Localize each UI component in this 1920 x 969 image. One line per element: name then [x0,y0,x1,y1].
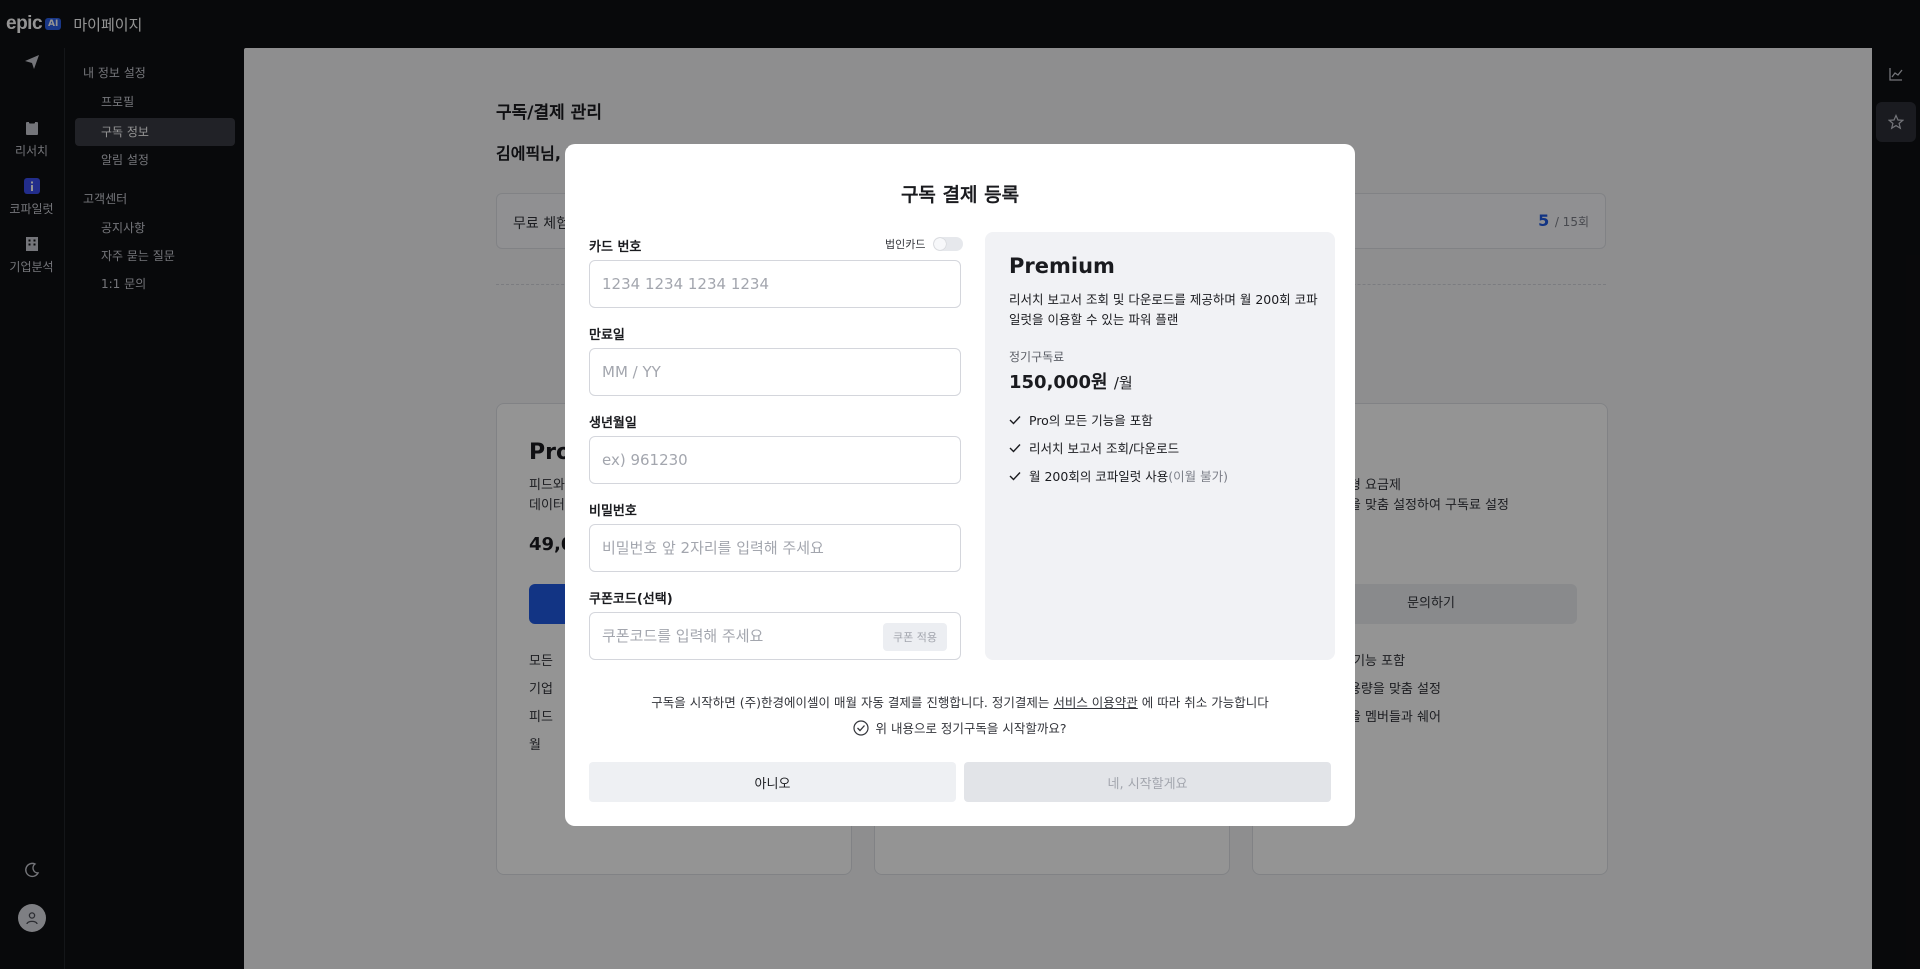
toggle-switch[interactable] [933,237,964,251]
coupon-label: 쿠폰코드(선택) [589,592,673,607]
check-icon [1009,443,1021,453]
corporate-card-toggle[interactable]: 법인카드 [885,236,964,252]
plan-feature: 월 200회의 코파일럿 사용 (이월 불가) [1009,466,1228,485]
price-value: 150,000원 [1009,372,1108,393]
plan-name: Premium [1009,254,1115,278]
toggle-knob [934,238,947,250]
card-number-input[interactable] [589,260,961,308]
birth-input[interactable] [589,436,961,484]
plan-description: 리서치 보고서 조회 및 다운로드를 제공하며 월 200회 코파일럿을 이용할… [1009,292,1318,327]
start-subscription-button[interactable]: 네, 시작할게요 [964,762,1331,802]
price-unit: /월 [1113,374,1133,392]
fee-label: 정기구독료 [1009,350,1065,364]
plan-feature-text: 월 200회의 코파일럿 사용 [1029,469,1169,484]
notice-text-end: 에 따라 취소 가능합니다 [1137,695,1269,710]
modal-title: 구독 결제 등록 [900,184,1020,206]
subscription-payment-modal: 구독 결제 등록 카드 번호 법인카드 만료일 생년월일 비밀번호 쿠폰코드(선… [565,144,1355,826]
plan-summary-panel: Premium 리서치 보고서 조회 및 다운로드를 제공하며 월 200회 코… [985,232,1335,660]
notice-text: 구독을 시작하면 (주)한경에이셀이 매월 자동 결제를 진행합니다. 정기결제… [651,695,1054,710]
check-circle-icon [853,719,870,736]
coupon-apply-button[interactable]: 쿠폰 적용 [883,623,947,651]
confirm-text: 위 내용으로 정기구독을 시작할까요? [875,721,1067,736]
plan-feature-text: Pro의 모든 기능을 포함 [1029,413,1153,428]
check-icon [1009,415,1021,425]
feature-note: (이월 불가) [1168,469,1229,484]
cancel-button[interactable]: 아니오 [589,762,956,802]
check-icon [1009,471,1021,481]
password-input[interactable] [589,524,961,572]
plan-feature: Pro의 모든 기능을 포함 [1009,410,1153,429]
birth-label: 생년월일 [589,416,637,431]
card-number-label: 카드 번호 [589,240,642,255]
expiry-label: 만료일 [589,328,625,343]
terms-link[interactable]: 서비스 이용약관 [1053,695,1137,710]
confirm-checkbox[interactable]: 위 내용으로 정기구독을 시작할까요? [565,718,1355,737]
billing-notice: 구독을 시작하면 (주)한경에이셀이 매월 자동 결제를 진행합니다. 정기결제… [565,692,1355,711]
corporate-card-label: 법인카드 [885,238,926,251]
password-label: 비밀번호 [589,504,637,519]
plan-price: 150,000원 /월 [1009,368,1133,394]
plan-feature-text: 리서치 보고서 조회/다운로드 [1029,441,1180,456]
expiry-input[interactable] [589,348,961,396]
plan-feature: 리서치 보고서 조회/다운로드 [1009,438,1179,457]
